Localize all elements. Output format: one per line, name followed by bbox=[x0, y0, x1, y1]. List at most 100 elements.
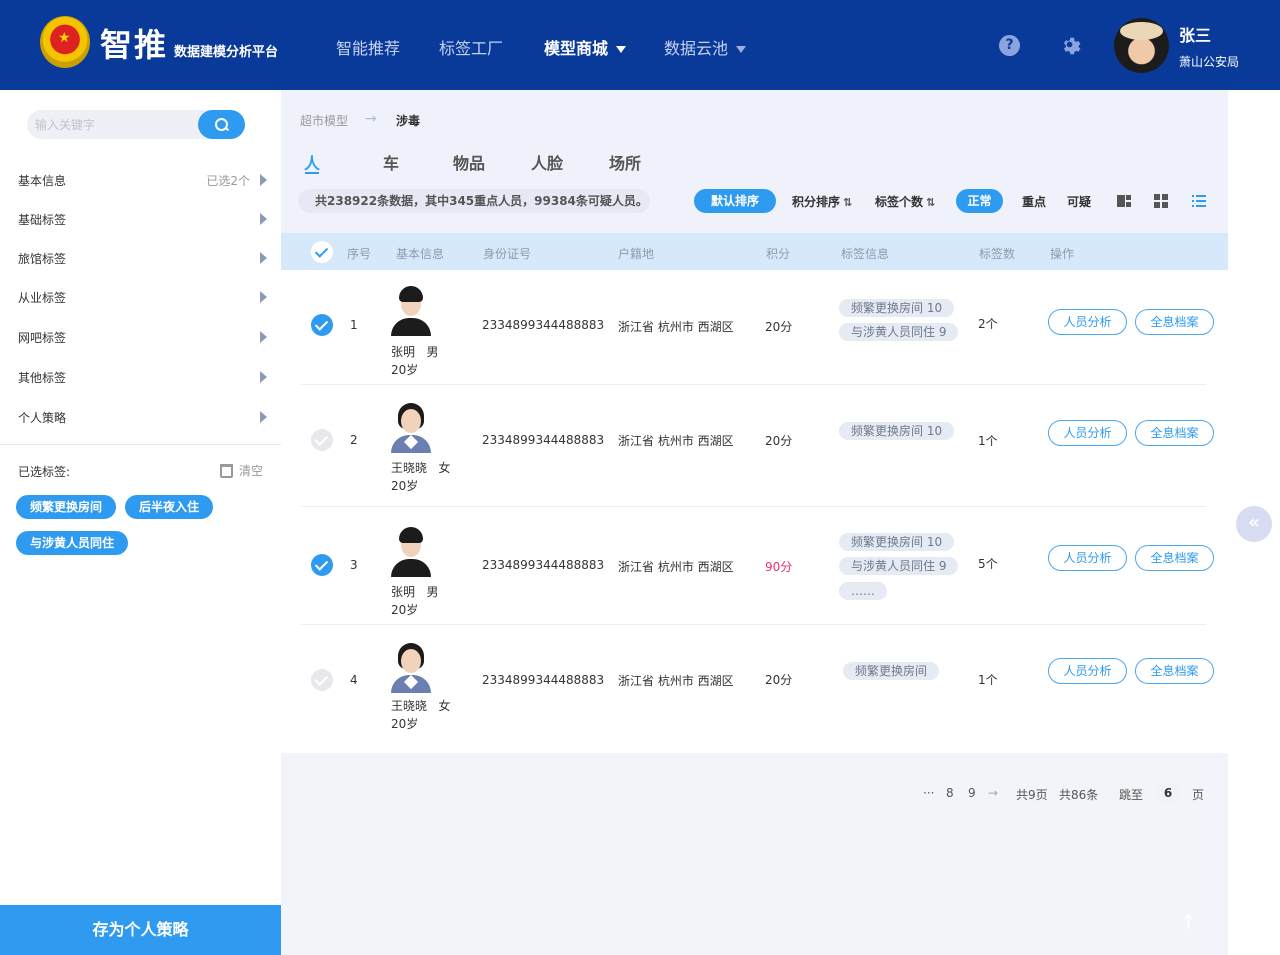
tab-item[interactable]: 物品 bbox=[453, 150, 485, 174]
row-checkbox[interactable] bbox=[311, 314, 333, 336]
sidebar-item-base-tags[interactable]: 基础标签 bbox=[0, 199, 281, 239]
tab-face[interactable]: 人脸 bbox=[531, 150, 563, 174]
brand-title: 智推 bbox=[100, 26, 169, 64]
settings-gear-icon[interactable] bbox=[1058, 33, 1081, 56]
select-all-checkbox[interactable] bbox=[311, 241, 333, 263]
default-sort-button[interactable]: 默认排序 bbox=[694, 189, 776, 213]
search-button[interactable] bbox=[198, 110, 245, 139]
tag-count-sort-button[interactable]: 标签个数 ⇅ bbox=[875, 193, 935, 210]
person-age: 20岁 bbox=[391, 717, 419, 731]
nav-smart-recommend[interactable]: 智能推荐 bbox=[336, 35, 400, 59]
sidebar-item-hotel-tags[interactable]: 旅馆标签 bbox=[0, 238, 281, 278]
back-to-top-icon[interactable]: ↑ bbox=[1180, 910, 1197, 934]
sidebar-item-employment-tags[interactable]: 从业标签 bbox=[0, 277, 281, 317]
nav-tag-factory[interactable]: 标签工厂 bbox=[439, 35, 503, 59]
sidebar-item-personal-strategy[interactable]: 个人策略 bbox=[0, 397, 281, 437]
score-sort-button[interactable]: 积分排序 ⇅ bbox=[792, 193, 852, 210]
pager-page-8[interactable]: 8 bbox=[946, 786, 954, 800]
filter-suspect-button[interactable]: 可疑 bbox=[1067, 193, 1091, 210]
nav-model-store[interactable]: 模型商城 bbox=[544, 35, 627, 59]
main-content: 超市模型 → 涉毒 人 车 物品 人脸 场所 共238922条数据，其中345重… bbox=[281, 90, 1228, 955]
full-archive-button[interactable]: 全息档案 bbox=[1135, 658, 1214, 684]
active-tab-indicator bbox=[305, 172, 319, 174]
sidebar-item-netcafe-tags[interactable]: 网吧标签 bbox=[0, 317, 281, 357]
tag-count: 2个 bbox=[978, 317, 998, 331]
more-tags-badge[interactable]: …… bbox=[839, 582, 887, 600]
person-name-gender: 王晓晓 女 bbox=[391, 461, 451, 475]
help-icon[interactable]: ? bbox=[999, 35, 1020, 56]
full-archive-button[interactable]: 全息档案 bbox=[1135, 545, 1214, 571]
tab-person[interactable]: 人 bbox=[304, 150, 320, 174]
triangle-right-icon bbox=[260, 371, 267, 383]
person-photo[interactable] bbox=[391, 284, 431, 336]
household: 浙江省 杭州市 西湖区 bbox=[618, 674, 734, 688]
score: 20分 bbox=[765, 320, 793, 334]
pager-jump-input[interactable]: 6 bbox=[1156, 782, 1180, 804]
row-checkbox[interactable] bbox=[311, 554, 333, 576]
row-checkbox[interactable] bbox=[311, 669, 333, 691]
pager-page-9[interactable]: 9 bbox=[968, 786, 976, 800]
person-photo[interactable] bbox=[391, 525, 431, 577]
selected-tags-title: 已选标签: bbox=[18, 465, 71, 479]
search-input[interactable] bbox=[35, 115, 195, 135]
sort-icon: ⇅ bbox=[843, 196, 853, 209]
top-header: ★ 智推 数据建模分析平台 智能推荐 标签工厂 模型商城 数据云池 ? 张三 萧… bbox=[0, 0, 1280, 90]
tag-badge: 频繁更换房间 bbox=[843, 662, 940, 680]
search-box bbox=[27, 110, 245, 139]
header-tags: 标签信息 bbox=[841, 247, 890, 261]
view-split-icon[interactable] bbox=[1116, 193, 1132, 209]
id-number: 2334899344488883 bbox=[482, 673, 605, 687]
filter-key-button[interactable]: 重点 bbox=[1022, 193, 1046, 210]
header-id-number: 身份证号 bbox=[483, 247, 532, 261]
household: 浙江省 杭州市 西湖区 bbox=[618, 434, 734, 448]
row-index: 3 bbox=[350, 558, 358, 572]
selected-tag-chip[interactable]: 频繁更换房间 bbox=[16, 495, 117, 519]
selected-tag-chip[interactable]: 与涉黄人员同住 bbox=[16, 531, 129, 555]
tag-badge: 与涉黄人员同住 9 bbox=[839, 557, 959, 575]
pager-next-icon[interactable]: → bbox=[988, 786, 998, 800]
tab-venue[interactable]: 场所 bbox=[609, 150, 641, 174]
person-analysis-button[interactable]: 人员分析 bbox=[1048, 309, 1127, 335]
sidebar-item-basic-info[interactable]: 基本信息 已选2个 bbox=[0, 160, 281, 200]
view-grid-icon[interactable] bbox=[1153, 193, 1169, 209]
id-number: 2334899344488883 bbox=[482, 318, 605, 332]
tag-count-sort-label: 标签个数 bbox=[875, 195, 924, 209]
tag-badge: 频繁更换房间 10 bbox=[839, 299, 955, 317]
sidebar-item-other-tags[interactable]: 其他标签 bbox=[0, 357, 281, 397]
table-header: 序号 基本信息 身份证号 户籍地 积分 标签信息 标签数 操作 bbox=[281, 233, 1228, 270]
sort-icon: ⇅ bbox=[926, 196, 936, 209]
breadcrumb-parent[interactable]: 超市模型 bbox=[300, 112, 348, 129]
clear-button[interactable]: 清空 bbox=[220, 462, 263, 479]
person-analysis-button[interactable]: 人员分析 bbox=[1048, 658, 1127, 684]
clear-label: 清空 bbox=[239, 464, 264, 478]
nav-data-pool[interactable]: 数据云池 bbox=[664, 35, 747, 59]
household: 浙江省 杭州市 西湖区 bbox=[618, 560, 734, 574]
person-analysis-button[interactable]: 人员分析 bbox=[1048, 420, 1127, 446]
sidebar-item-label: 基础标签 bbox=[18, 213, 67, 227]
arrow-right-icon: → bbox=[365, 111, 377, 127]
pager-ellipsis[interactable]: ··· bbox=[923, 786, 934, 800]
person-name-gender: 张明 男 bbox=[391, 345, 439, 359]
person-photo[interactable] bbox=[391, 401, 431, 453]
full-archive-button[interactable]: 全息档案 bbox=[1135, 420, 1214, 446]
header-operations: 操作 bbox=[1050, 247, 1075, 261]
tab-vehicle[interactable]: 车 bbox=[383, 150, 399, 174]
view-list-icon[interactable] bbox=[1191, 193, 1207, 209]
header-score: 积分 bbox=[766, 247, 791, 261]
pager-page-unit: 页 bbox=[1192, 788, 1205, 802]
full-archive-button[interactable]: 全息档案 bbox=[1135, 309, 1214, 335]
score: 20分 bbox=[765, 673, 793, 687]
save-personal-strategy-button[interactable]: 存为个人策略 bbox=[0, 905, 281, 955]
tag-count: 1个 bbox=[978, 434, 998, 448]
selected-tag-chip[interactable]: 后半夜入住 bbox=[125, 495, 214, 519]
person-analysis-button[interactable]: 人员分析 bbox=[1048, 545, 1127, 571]
person-name-gender: 王晓晓 女 bbox=[391, 699, 451, 713]
triangle-right-icon bbox=[260, 411, 267, 423]
double-chevron-left-icon[interactable]: « bbox=[1236, 506, 1272, 542]
row-checkbox[interactable] bbox=[311, 429, 333, 451]
police-emblem-logo: ★ bbox=[40, 16, 90, 68]
user-avatar[interactable] bbox=[1114, 18, 1169, 73]
person-photo[interactable] bbox=[391, 641, 431, 693]
triangle-right-icon bbox=[260, 331, 267, 343]
filter-normal-button[interactable]: 正常 bbox=[956, 189, 1003, 213]
